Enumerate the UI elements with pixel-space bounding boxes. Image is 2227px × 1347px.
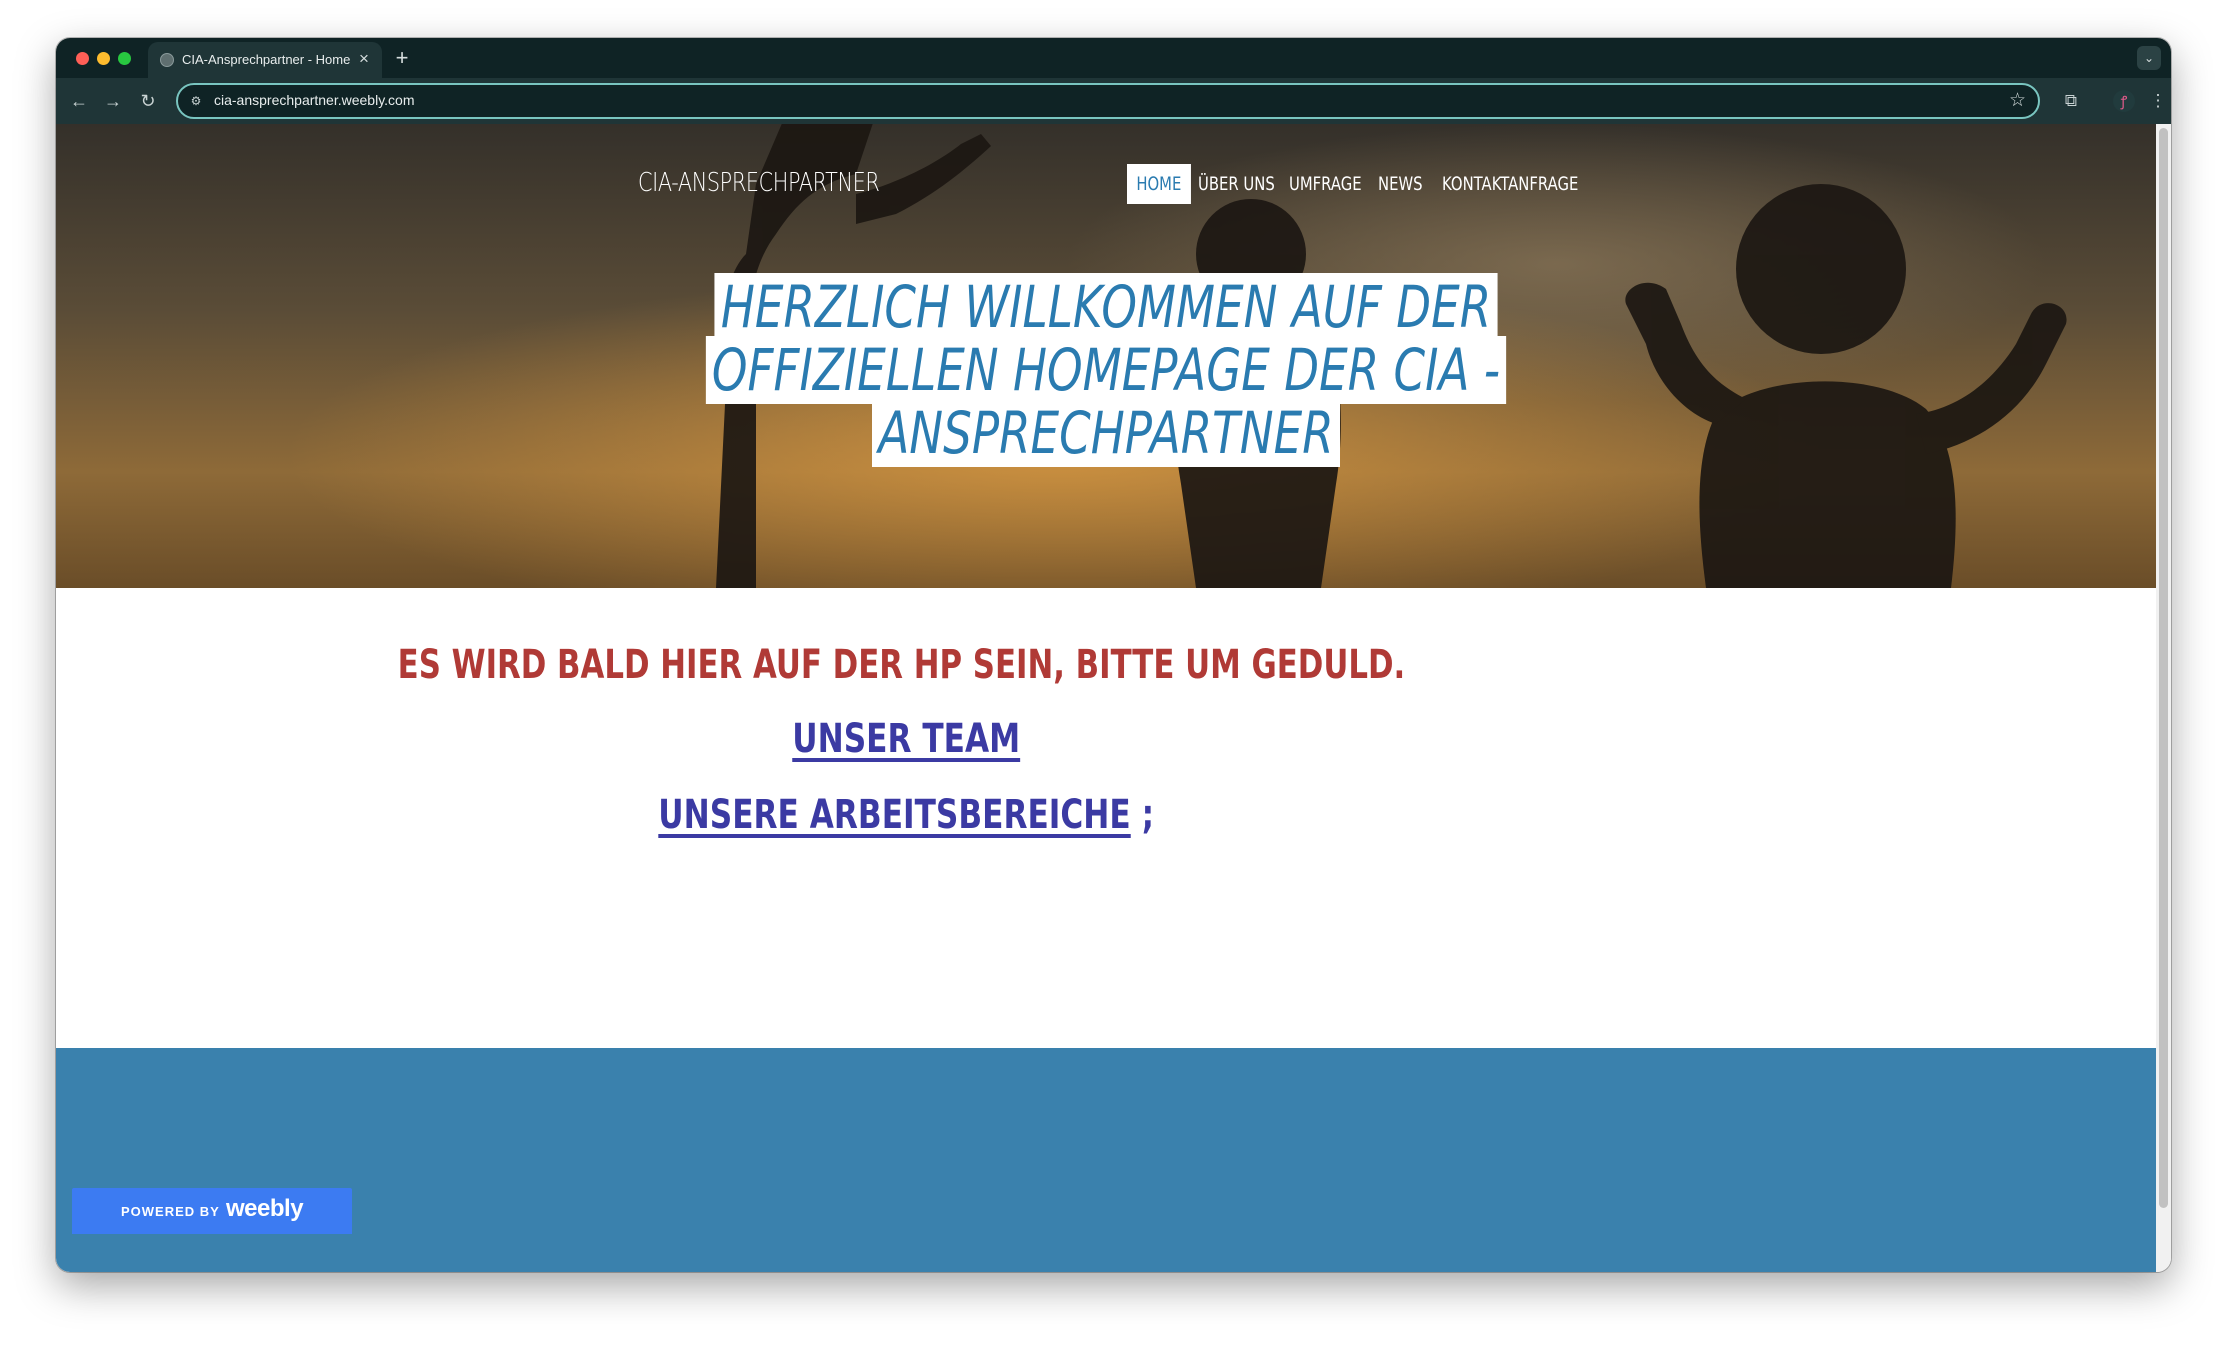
tab-strip: CIA-Ansprechpartner - Home × + ⌄ xyxy=(56,38,2171,78)
nav-item-kontaktanfrage[interactable]: KONTAKTANFRAGE xyxy=(1442,164,1578,204)
tab-title: CIA-Ansprechpartner - Home xyxy=(182,52,351,67)
weebly-logo: weebly xyxy=(226,1195,304,1222)
browser-window: CIA-Ansprechpartner - Home × + ⌄ ← → ↻ ⚙… xyxy=(56,38,2171,1272)
footer-band xyxy=(56,1048,2156,1272)
browser-menu-icon[interactable]: ⋮ xyxy=(2145,88,2171,114)
site-title[interactable]: CIA-ANSPRECHPARTNER xyxy=(638,168,880,198)
nav-item-news[interactable]: NEWS xyxy=(1378,164,1423,204)
close-icon[interactable]: × xyxy=(354,49,374,69)
nav-item-umfrage[interactable]: UMFRAGE xyxy=(1289,164,1362,204)
window-maximize-button[interactable] xyxy=(118,52,131,65)
site-info-icon[interactable]: ⚙ xyxy=(188,93,204,109)
weebly-badge[interactable]: POWERED BY weebly xyxy=(72,1188,352,1234)
page-viewport: CIA-ANSPRECHPARTNER HOME ÜBER UNS UMFRAG… xyxy=(56,124,2156,1272)
window-minimize-button[interactable] xyxy=(97,52,110,65)
bookmark-star-icon[interactable]: ☆ xyxy=(2009,89,2026,113)
address-bar[interactable]: ⚙ cia-ansprechpartner.weebly.com ☆ xyxy=(176,83,2040,119)
globe-icon xyxy=(160,53,174,67)
areas-link-line: UNSERE ARBEITSBEREICHE ; xyxy=(56,792,1756,838)
powered-by-label: POWERED BY xyxy=(121,1204,220,1219)
page-scrollbar[interactable] xyxy=(2156,124,2171,1272)
team-link-line: UNSER TEAM xyxy=(56,716,1756,762)
tab-search-button[interactable]: ⌄ xyxy=(2137,46,2161,70)
nav-item-home[interactable]: HOME xyxy=(1127,164,1191,204)
profile-avatar[interactable]: ꝭ xyxy=(2113,90,2135,112)
scrollbar-thumb[interactable] xyxy=(2159,128,2168,1208)
back-button[interactable]: ← xyxy=(66,88,92,114)
notice-text: ES WIRD BALD HIER AUF DER HP SEIN, BITTE… xyxy=(397,642,1406,688)
hero-banner: CIA-ANSPRECHPARTNER HOME ÜBER UNS UMFRAG… xyxy=(56,124,2156,588)
forward-button[interactable]: → xyxy=(100,88,126,114)
reload-button[interactable]: ↻ xyxy=(135,88,161,114)
browser-toolbar: ← → ↻ ⚙ cia-ansprechpartner.weebly.com ☆… xyxy=(56,78,2171,124)
headline-line: ANSPRECHPARTNER xyxy=(872,399,1340,467)
welcome-headline: HERZLICH WILLKOMMEN AUF DER OFFIZIELLEN … xyxy=(696,273,1516,467)
nav-item-ueber-uns[interactable]: ÜBER UNS xyxy=(1198,164,1275,204)
areas-suffix: ; xyxy=(1141,792,1155,838)
window-close-button[interactable] xyxy=(76,52,89,65)
headline-line: OFFIZIELLEN HOMEPAGE DER CIA - xyxy=(705,336,1507,404)
extensions-icon[interactable]: ⧉ xyxy=(2058,88,2084,114)
main-content: ES WIRD BALD HIER AUF DER HP SEIN, BITTE… xyxy=(56,588,2156,1048)
browser-tab[interactable]: CIA-Ansprechpartner - Home × xyxy=(148,42,382,78)
unser-team-link[interactable]: UNSER TEAM xyxy=(792,716,1020,762)
url-text[interactable]: cia-ansprechpartner.weebly.com xyxy=(214,92,415,108)
headline-line: HERZLICH WILLKOMMEN AUF DER xyxy=(714,273,1498,341)
new-tab-button[interactable]: + xyxy=(389,45,415,71)
arbeitsbereiche-link[interactable]: UNSERE ARBEITSBEREICHE xyxy=(658,792,1130,838)
